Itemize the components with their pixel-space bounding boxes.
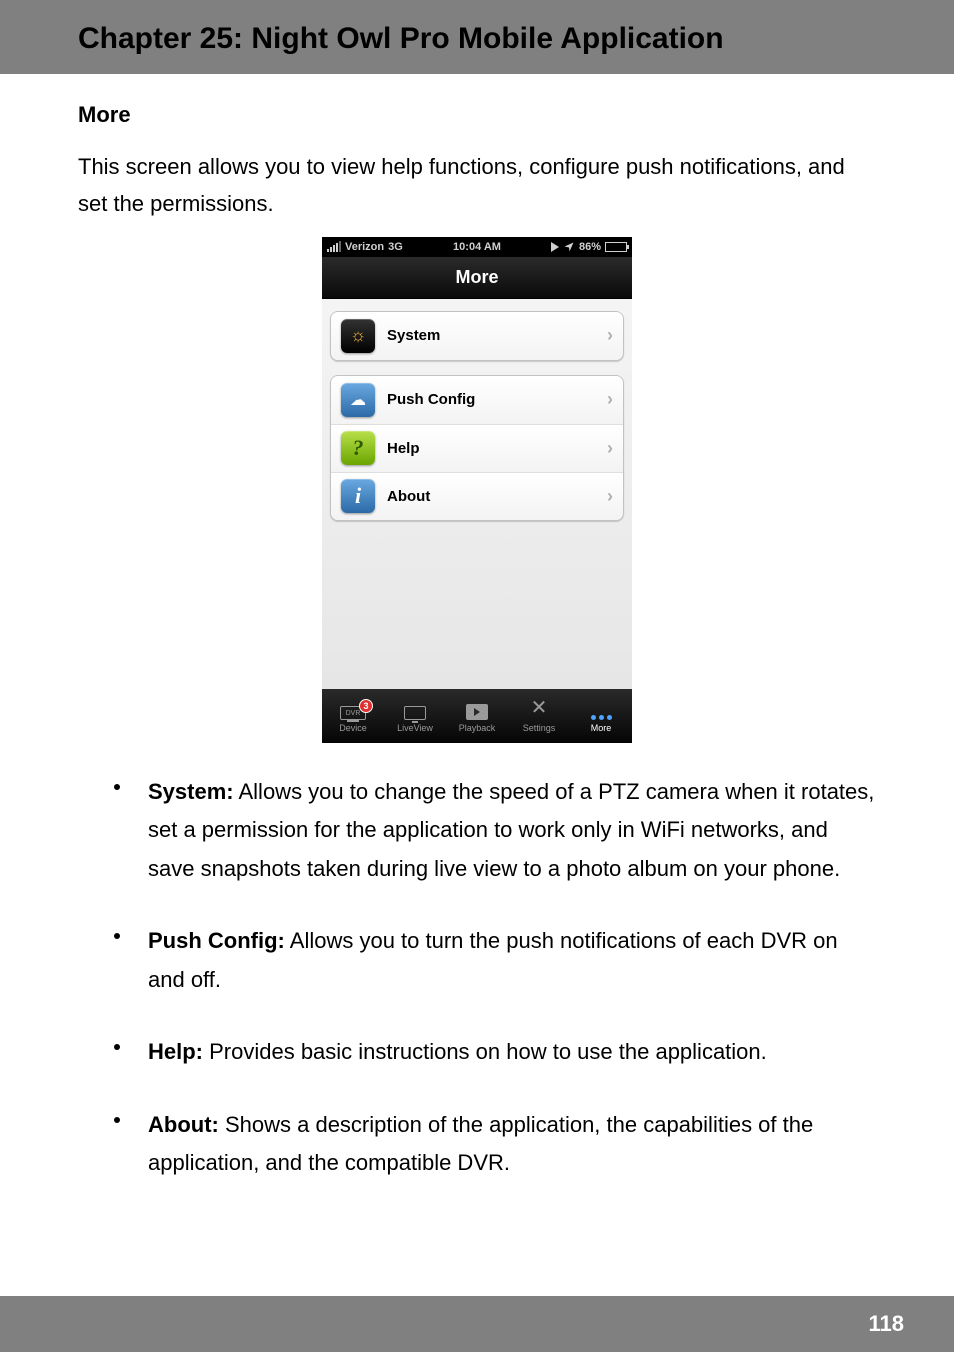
row-system[interactable]: ☼ System › bbox=[331, 312, 623, 360]
tab-device-label: Device bbox=[339, 723, 367, 733]
bullet-help-text: Help: Provides basic instructions on how… bbox=[148, 1033, 767, 1072]
carrier-label: Verizon bbox=[345, 241, 384, 253]
play-indicator-icon bbox=[551, 242, 559, 252]
page-number: 118 bbox=[869, 1311, 905, 1337]
row-help[interactable]: ? Help › bbox=[331, 424, 623, 472]
battery-pct: 86% bbox=[579, 241, 601, 253]
bullet-system-lead: System: bbox=[148, 779, 234, 804]
document-header: Chapter 25: Night Owl Pro Mobile Applica… bbox=[0, 0, 954, 74]
help-icon: ? bbox=[341, 431, 375, 465]
info-icon: i bbox=[341, 479, 375, 513]
signal-icon bbox=[327, 241, 341, 252]
row-system-label: System bbox=[387, 327, 607, 344]
bullet-push-lead: Push Config: bbox=[148, 928, 285, 953]
tab-settings[interactable]: ✕ Settings bbox=[508, 689, 570, 743]
bullet-push-text: Push Config: Allows you to turn the push… bbox=[148, 922, 876, 999]
list-group-2: ☁ Push Config › ? Help › i About › bbox=[330, 375, 624, 521]
clock: 10:04 AM bbox=[453, 241, 501, 253]
chevron-right-icon: › bbox=[607, 325, 613, 346]
status-right: 86% bbox=[551, 241, 627, 253]
gear-icon: ☼ bbox=[341, 319, 375, 353]
status-left: Verizon 3G bbox=[327, 241, 403, 253]
playback-icon bbox=[466, 698, 488, 720]
row-push-config[interactable]: ☁ Push Config › bbox=[331, 376, 623, 424]
bullet-help-lead: Help: bbox=[148, 1039, 203, 1064]
bullet-dot-icon bbox=[114, 1117, 120, 1123]
location-icon bbox=[563, 241, 575, 253]
bullet-about-text: About: Shows a description of the applic… bbox=[148, 1106, 876, 1183]
tab-playback[interactable]: Playback bbox=[446, 689, 508, 743]
document-body: More This screen allows you to view help… bbox=[0, 74, 954, 1183]
bullet-list: System: Allows you to change the speed o… bbox=[78, 773, 876, 1183]
bullet-dot-icon bbox=[114, 933, 120, 939]
bullet-help-body: Provides basic instructions on how to us… bbox=[203, 1039, 767, 1064]
phone-frame: Verizon 3G 10:04 AM 86% More bbox=[322, 237, 632, 743]
screenshot-figure: Verizon 3G 10:04 AM 86% More bbox=[78, 237, 876, 743]
tab-playback-label: Playback bbox=[459, 723, 496, 733]
chapter-title: Chapter 25: Night Owl Pro Mobile Applica… bbox=[0, 22, 954, 56]
document-footer: 118 bbox=[0, 1296, 954, 1352]
bullet-system-body: Allows you to change the speed of a PTZ … bbox=[148, 779, 874, 881]
list-group-1: ☼ System › bbox=[330, 311, 624, 361]
bullet-about: About: Shows a description of the applic… bbox=[78, 1106, 876, 1183]
push-icon: ☁ bbox=[341, 383, 375, 417]
battery-icon bbox=[605, 242, 627, 252]
tab-settings-label: Settings bbox=[523, 723, 556, 733]
row-help-label: Help bbox=[387, 440, 607, 457]
badge: 3 bbox=[359, 699, 373, 713]
more-icon bbox=[591, 698, 612, 720]
network-label: 3G bbox=[388, 241, 403, 253]
bullet-system-text: System: Allows you to change the speed o… bbox=[148, 773, 876, 889]
bullet-dot-icon bbox=[114, 784, 120, 790]
chevron-right-icon: › bbox=[607, 389, 613, 410]
section-title: More bbox=[78, 102, 876, 128]
list-area: ☼ System › ☁ Push Config › ? Help › bbox=[322, 299, 632, 689]
nav-bar: More bbox=[322, 257, 632, 299]
nav-title: More bbox=[455, 267, 498, 288]
intro-paragraph: This screen allows you to view help func… bbox=[78, 148, 876, 223]
chevron-right-icon: › bbox=[607, 486, 613, 507]
bullet-system: System: Allows you to change the speed o… bbox=[78, 773, 876, 889]
bullet-push: Push Config: Allows you to turn the push… bbox=[78, 922, 876, 999]
tab-bar: DVR 3 Device LiveView Playback ✕ Set bbox=[322, 689, 632, 743]
row-about[interactable]: i About › bbox=[331, 472, 623, 520]
tab-device[interactable]: DVR 3 Device bbox=[322, 689, 384, 743]
tab-more[interactable]: More bbox=[570, 689, 632, 743]
bullet-help: Help: Provides basic instructions on how… bbox=[78, 1033, 876, 1072]
tab-more-label: More bbox=[591, 723, 612, 733]
chevron-right-icon: › bbox=[607, 438, 613, 459]
monitor-icon bbox=[404, 698, 426, 720]
tab-liveview-label: LiveView bbox=[397, 723, 433, 733]
dvr-icon: DVR 3 bbox=[340, 706, 366, 720]
status-bar: Verizon 3G 10:04 AM 86% bbox=[322, 237, 632, 257]
tab-liveview[interactable]: LiveView bbox=[384, 689, 446, 743]
row-push-label: Push Config bbox=[387, 391, 607, 408]
tools-icon: ✕ bbox=[531, 698, 548, 720]
bullet-dot-icon bbox=[114, 1044, 120, 1050]
bullet-about-lead: About: bbox=[148, 1112, 219, 1137]
device-icon: DVR 3 bbox=[340, 698, 366, 720]
row-about-label: About bbox=[387, 488, 607, 505]
bullet-about-body: Shows a description of the application, … bbox=[148, 1112, 813, 1176]
